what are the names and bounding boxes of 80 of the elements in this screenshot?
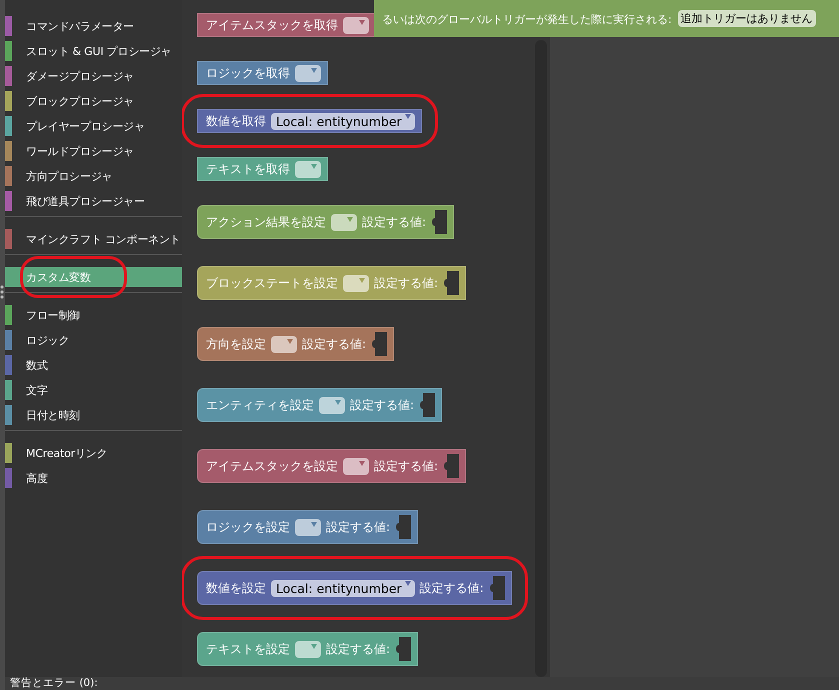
sidebar-item[interactable]: コマンドパラメーター xyxy=(5,16,182,36)
variable-dropdown[interactable] xyxy=(295,64,321,82)
set-variable-block[interactable]: 数値を設定 Local: entitynumber 設定する値: xyxy=(197,571,512,605)
trigger-chip[interactable]: 追加トリガーはありません xyxy=(678,10,816,27)
dropdown-arrow-icon xyxy=(359,460,365,466)
dropdown-arrow-icon xyxy=(311,68,317,72)
dropdown-arrow-icon xyxy=(311,164,317,168)
value-label: 設定する値: xyxy=(302,336,366,352)
input-slot-icon xyxy=(488,576,505,600)
sidebar-item[interactable]: マインクラフト コンポーネント xyxy=(5,229,182,249)
block-label: アイテムスタックを設定 xyxy=(206,458,338,474)
sidebar-item[interactable]: フロー制御 xyxy=(5,305,182,325)
variable-dropdown[interactable] xyxy=(295,640,321,658)
value-label: 設定する値: xyxy=(420,580,484,596)
value-label: 設定する値: xyxy=(326,640,390,658)
sidebar-item[interactable]: 飛び道具プロシージャー xyxy=(5,191,182,211)
value-label: 設定する値: xyxy=(326,518,390,536)
sidebar-item[interactable]: スロット & GUI プロシージャ xyxy=(5,41,182,61)
input-slot-icon xyxy=(443,271,460,295)
value-label: 設定する値: xyxy=(350,396,414,414)
variable-dropdown[interactable]: Local: entitynumber xyxy=(271,580,415,596)
block-label: 数値を取得 xyxy=(206,112,266,130)
sidebar-item[interactable]: ダメージプロシージャ xyxy=(5,66,182,86)
dropdown-arrow-icon xyxy=(287,338,293,344)
sidebar-item[interactable]: ブロックプロシージャ xyxy=(5,91,182,111)
trigger-label: るいは次のグローバルトリガーが発生した際に実行される: xyxy=(382,12,672,27)
block-label: エンティティを設定 xyxy=(206,396,314,414)
grip-icon[interactable] xyxy=(0,285,4,299)
variable-dropdown[interactable] xyxy=(295,518,321,536)
variable-dropdown[interactable] xyxy=(319,396,345,414)
sidebar-item[interactable]: 文字 xyxy=(5,380,182,400)
sidebar-item[interactable]: 数式 xyxy=(5,355,182,375)
variable-dropdown[interactable] xyxy=(295,160,321,178)
block-label: アイテムスタックを取得 xyxy=(206,16,338,34)
variable-dropdown[interactable] xyxy=(343,16,369,34)
block-label: アクション結果を設定 xyxy=(206,214,326,230)
dropdown-arrow-icon xyxy=(311,644,317,648)
get-variable-block[interactable]: アイテムスタックを取得 xyxy=(197,13,376,37)
sidebar-item[interactable]: 高度 xyxy=(5,468,182,488)
block-label: テキストを取得 xyxy=(206,160,290,178)
value-label: 設定する値: xyxy=(374,458,438,474)
block-label: ロジックを取得 xyxy=(206,64,290,82)
input-slot-icon xyxy=(431,210,448,234)
variable-dropdown[interactable]: Local: entitynumber xyxy=(271,112,415,130)
sidebar-item[interactable]: ロジック xyxy=(5,330,182,350)
input-slot-icon xyxy=(419,393,436,417)
block-label: 方向を設定 xyxy=(206,336,266,352)
input-slot-icon xyxy=(395,637,412,661)
set-variable-block[interactable]: アイテムスタックを設定 設定する値: xyxy=(197,449,466,483)
block-label: 数値を設定 xyxy=(206,580,266,596)
set-variable-block[interactable]: ロジックを設定 設定する値: xyxy=(197,510,418,544)
dropdown-arrow-icon xyxy=(404,580,411,586)
input-slot-icon xyxy=(395,515,412,539)
sidebar-item[interactable]: ワールドプロシージャ xyxy=(5,141,182,161)
block-label: ブロックステートを設定 xyxy=(206,274,338,292)
block-label: テキストを設定 xyxy=(206,640,290,658)
dropdown-arrow-icon xyxy=(347,216,353,222)
input-slot-icon xyxy=(443,454,460,478)
value-label: 設定する値: xyxy=(362,214,426,230)
status-text: 警告とエラー (0): xyxy=(10,677,98,689)
block-label: ロジックを設定 xyxy=(206,518,290,536)
sidebar-item[interactable]: プレイヤープロシージャ xyxy=(5,116,182,136)
trigger-block[interactable]: るいは次のグローバルトリガーが発生した際に実行される: 追加トリガーはありません xyxy=(374,0,839,37)
variable-dropdown[interactable] xyxy=(343,458,369,474)
dropdown-arrow-icon xyxy=(404,114,411,118)
variable-dropdown[interactable] xyxy=(271,336,297,352)
dropdown-arrow-icon xyxy=(359,278,365,282)
dropdown-arrow-icon xyxy=(311,522,317,526)
get-variable-block[interactable]: 数値を取得 Local: entitynumber xyxy=(197,109,422,133)
sidebar-item[interactable]: MCreatorリンク xyxy=(5,443,182,463)
set-variable-block[interactable]: 方向を設定 設定する値: xyxy=(197,327,394,361)
dropdown-arrow-icon xyxy=(359,20,365,24)
sidebar-item[interactable]: 日付と時刻 xyxy=(5,405,182,425)
get-variable-block[interactable]: ロジックを取得 xyxy=(197,61,328,85)
input-slot-icon xyxy=(371,332,388,356)
value-label: 設定する値: xyxy=(374,274,438,292)
dropdown-arrow-icon xyxy=(335,400,341,404)
variable-dropdown[interactable] xyxy=(343,274,369,292)
variable-dropdown[interactable] xyxy=(331,214,357,230)
sidebar-item[interactable]: 方向プロシージャ xyxy=(5,166,182,186)
